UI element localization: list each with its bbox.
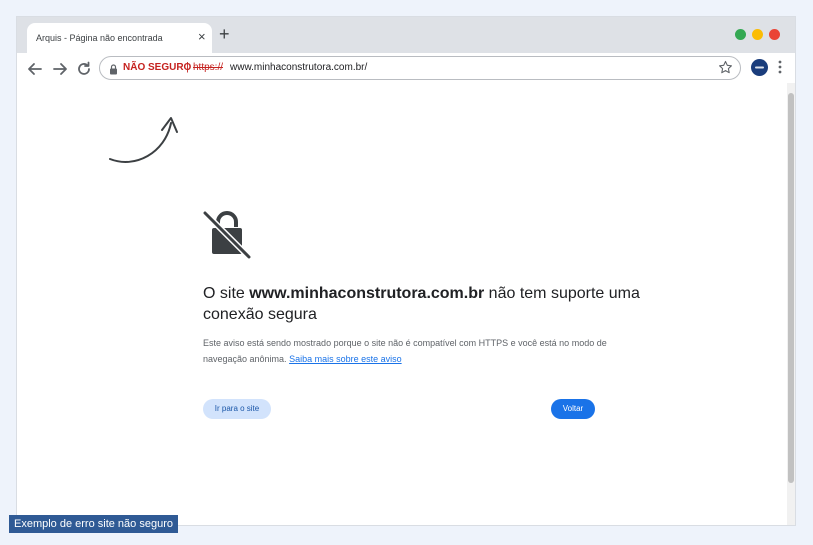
star-icon[interactable] — [718, 60, 733, 80]
back-button[interactable]: Voltar — [551, 399, 595, 419]
error-description: Este aviso está sendo mostrado porque o … — [203, 338, 607, 364]
profile-avatar-icon[interactable] — [751, 59, 768, 76]
tab-title: Arquis - Página não encontrada — [36, 33, 163, 43]
url-scheme: https:// — [193, 62, 224, 73]
broken-lock-icon — [201, 209, 253, 266]
browser-toolbar: NÃO SEGURO | https:// www.minhaconstruto… — [17, 53, 795, 83]
reload-icon[interactable] — [75, 60, 93, 78]
new-tab-icon[interactable]: + — [219, 25, 230, 43]
browser-window: Arquis - Página não encontrada × + NÃO S… — [17, 17, 795, 525]
arrow-left-icon[interactable] — [26, 60, 44, 78]
caption-label: Exemplo de erro site não seguro — [9, 515, 178, 533]
go-to-site-button[interactable]: Ir para o site — [203, 399, 271, 419]
kebab-menu-icon[interactable] — [778, 59, 782, 80]
close-tab-icon[interactable]: × — [198, 30, 206, 43]
scrollbar-thumb[interactable] — [788, 93, 794, 483]
window-minimize-dot[interactable] — [752, 29, 763, 40]
window-maximize-dot[interactable] — [735, 29, 746, 40]
lock-icon[interactable] — [109, 62, 118, 80]
page-title-domain: www.minhaconstrutora.com.br — [249, 285, 485, 302]
scrollbar[interactable] — [787, 83, 795, 525]
security-status-label: NÃO SEGURO — [123, 62, 192, 73]
learn-more-link[interactable]: Saiba mais sobre este aviso — [289, 354, 402, 364]
window-close-dot[interactable] — [769, 29, 780, 40]
tab-active[interactable]: Arquis - Página não encontrada × — [27, 23, 212, 53]
url-separator: | — [186, 61, 189, 73]
address-bar[interactable]: NÃO SEGURO | https:// www.minhaconstruto… — [99, 56, 741, 80]
arrow-right-icon[interactable] — [51, 60, 69, 78]
page-title: O site www.minhaconstrutora.com.br não t… — [203, 285, 640, 323]
error-page: O site www.minhaconstrutora.com.br não t… — [17, 83, 787, 525]
tab-bar: Arquis - Página não encontrada × + — [17, 17, 795, 53]
curved-arrow-icon — [105, 113, 185, 170]
url-text: www.minhaconstrutora.com.br/ — [230, 62, 368, 73]
